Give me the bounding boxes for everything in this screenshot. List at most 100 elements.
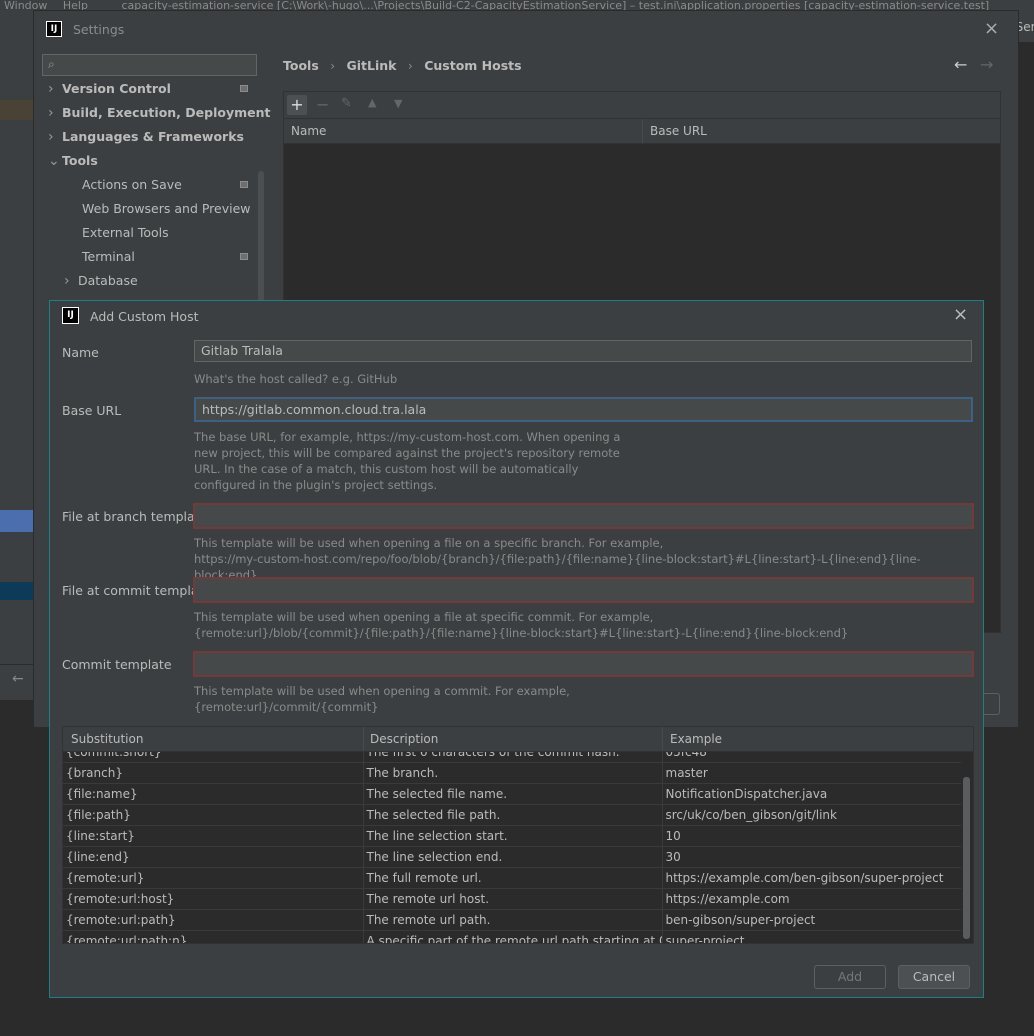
chevron-right-icon[interactable]: › [48, 125, 62, 149]
chevron-right-icon[interactable]: › [48, 101, 62, 125]
tree-item-label: Version Control [62, 81, 171, 96]
table-row[interactable]: {remote:url:path:n} A specific part of th… [63, 930, 961, 943]
column-divider [662, 727, 663, 751]
table-row[interactable]: {branch} The branch. master [63, 762, 961, 784]
column-base-url[interactable]: Base URL [650, 124, 707, 138]
edit-icon[interactable]: ✎ [341, 96, 352, 111]
branch-template-input[interactable] [193, 503, 974, 529]
breadcrumb: Tools › GitLink › Custom Hosts [283, 58, 522, 73]
breadcrumb-tools[interactable]: Tools [283, 58, 319, 73]
move-down-icon[interactable]: ▼ [394, 97, 402, 110]
tree-item[interactable]: › Languages & Frameworks [48, 125, 244, 149]
project-level-icon [240, 85, 248, 92]
table-row[interactable]: {line:start} The line selection start. 10 [63, 825, 961, 847]
commit-file-template-input[interactable] [193, 577, 974, 603]
tree-scrollbar[interactable] [258, 171, 264, 311]
table-scrollbar[interactable] [963, 777, 970, 939]
name-input[interactable]: Gitlab Tralala [194, 340, 972, 362]
commit-template-input[interactable] [193, 651, 974, 677]
substitution-cell: {file:name} [63, 783, 363, 805]
column-substitution[interactable]: Substitution [71, 732, 143, 746]
example-cell: https://example.com [661, 888, 961, 910]
breadcrumb-gitlink[interactable]: GitLink [347, 58, 397, 73]
description-cell: The remote url host. [362, 888, 662, 910]
settings-title: Settings [73, 22, 125, 37]
substitution-table-body: {commit:short} The first 6 characters of … [63, 742, 961, 943]
intellij-logo-icon: IJ [46, 21, 62, 37]
table-row[interactable]: {remote:url} The full remote url. https://… [63, 867, 961, 889]
description-cell: The line selection start. [362, 825, 662, 847]
ide-editor-highlight [0, 100, 33, 120]
column-example[interactable]: Example [670, 732, 722, 746]
hosts-toolbar: + − ✎ ▲ ▼ [284, 92, 1000, 119]
substitution-cell: {remote:url:path:n} [63, 930, 363, 943]
column-description[interactable]: Description [370, 732, 438, 746]
settings-search-input[interactable]: ⌕ [42, 54, 257, 76]
branch-template-hint: This template will be used when opening … [194, 536, 921, 582]
dialog-title: Add Custom Host [90, 309, 199, 324]
tree-item-label: Database [78, 273, 138, 288]
move-up-icon[interactable]: ▲ [368, 96, 376, 109]
substitution-table-header: Substitution Description Example [63, 727, 973, 752]
tree-item[interactable]: ⌄ Tools [48, 149, 98, 173]
column-name[interactable]: Name [291, 124, 326, 138]
commit-file-template-hint: This template will be used when opening … [194, 610, 849, 640]
search-icon: ⌕ [48, 57, 55, 71]
base-url-label: Base URL [62, 403, 122, 418]
add-icon[interactable]: + [287, 95, 307, 115]
ide-selected-row-2 [0, 582, 33, 600]
description-cell: The remote url path. [362, 909, 662, 931]
add-button[interactable]: Add [814, 965, 886, 989]
chevron-right-icon[interactable]: › [48, 77, 62, 101]
description-cell: The line selection end. [362, 846, 662, 868]
tree-item[interactable]: Terminal [64, 245, 135, 269]
tree-item-label: Web Browsers and Preview [82, 201, 251, 216]
column-divider [363, 727, 364, 751]
name-label: Name [62, 345, 99, 360]
project-level-icon [240, 253, 248, 260]
tree-item[interactable]: Actions on Save [64, 173, 182, 197]
back-arrow-icon[interactable]: ← [954, 55, 967, 74]
project-level-icon [240, 181, 248, 188]
substitution-cell: {branch} [63, 762, 363, 784]
table-row[interactable]: {remote:url:path} The remote url path. ben… [63, 909, 961, 931]
substitution-table: Substitution Description Example {commit… [62, 726, 974, 944]
table-row[interactable]: {file:path} The selected file path. src/uk… [63, 804, 961, 826]
name-hint: What's the host called? e.g. GitHub [194, 372, 398, 386]
tree-item-label: Tools [62, 153, 98, 168]
description-cell: A specific part of the remote url path s… [362, 930, 662, 943]
table-row[interactable]: {line:end} The line selection end. 30 [63, 846, 961, 868]
table-row[interactable]: {file:name} The selected file name. Notifi… [63, 783, 961, 805]
example-cell: 30 [661, 846, 961, 868]
example-cell: NotificationDispatcher.java [661, 783, 961, 805]
substitution-cell: {file:path} [63, 804, 363, 826]
remove-icon[interactable]: − [316, 95, 329, 114]
table-row[interactable]: {remote:url:host} The remote url host. htt… [63, 888, 961, 910]
close-icon[interactable]: × [984, 18, 999, 39]
tree-item[interactable]: External Tools [64, 221, 169, 245]
example-cell: master [661, 762, 961, 784]
cancel-button[interactable]: Cancel [898, 965, 970, 989]
substitution-cell: {remote:url:path} [63, 909, 363, 931]
tree-item[interactable]: › Database [64, 269, 138, 293]
base-url-hint: The base URL, for example, https://my-cu… [194, 430, 621, 492]
example-cell: super-project [661, 930, 961, 943]
example-cell: https://example.com/ben-gibson/super-pro… [661, 867, 961, 889]
ide-bottom-toolbar: ← [0, 664, 33, 695]
commit-template-hint: This template will be used when opening … [194, 684, 570, 714]
tree-item[interactable]: Web Browsers and Preview [64, 197, 251, 221]
tree-item-label: External Tools [82, 225, 169, 240]
chevron-right-icon[interactable]: › [64, 269, 78, 293]
description-cell: The selected file path. [362, 804, 662, 826]
tree-item[interactable]: › Version Control [48, 77, 171, 101]
tree-item[interactable]: › Build, Execution, Deployment [48, 101, 270, 125]
commit-file-template-label: File at commit template [62, 583, 212, 598]
ide-back-icon[interactable]: ← [12, 671, 24, 687]
substitution-cell: {remote:url:host} [63, 888, 363, 910]
chevron-down-icon[interactable]: ⌄ [48, 149, 62, 173]
branch-template-label: File at branch template [62, 509, 208, 524]
chevron-right-icon: › [330, 58, 336, 73]
forward-arrow-icon[interactable]: → [980, 55, 993, 74]
dialog-close-icon[interactable]: × [953, 304, 968, 325]
base-url-input[interactable]: https://gitlab.common.cloud.tra.lala [194, 397, 973, 422]
